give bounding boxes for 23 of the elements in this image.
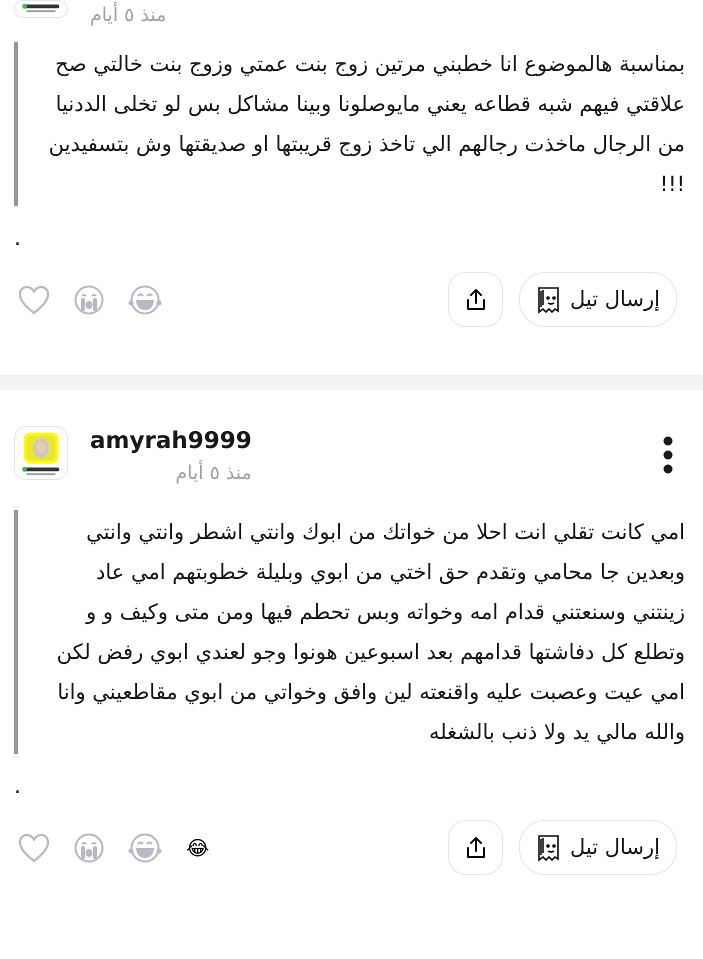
share-button[interactable]	[448, 820, 503, 875]
post-text: .	[14, 225, 22, 253]
ghost-icon	[536, 832, 562, 862]
send-button[interactable]: إرسال تيل	[519, 820, 677, 875]
crying-face-icon[interactable]	[74, 832, 104, 862]
heart-icon[interactable]	[18, 832, 50, 862]
share-icon	[464, 288, 486, 312]
heart-icon[interactable]	[18, 284, 50, 314]
laughing-face-icon[interactable]	[128, 284, 162, 314]
send-button[interactable]: إرسال تيل	[519, 272, 677, 327]
laughing-face-icon[interactable]	[128, 832, 162, 862]
reaction-emoji: 😂	[186, 836, 210, 860]
username[interactable]: amyrah9999	[90, 426, 252, 456]
crying-face-icon[interactable]	[74, 284, 104, 314]
post-time: منذ ٥ أيام	[174, 459, 252, 486]
post-text: .	[14, 773, 22, 801]
share-button[interactable]	[448, 272, 503, 327]
share-icon	[464, 836, 486, 860]
post-time: منذ ٥ أيام	[90, 1, 166, 28]
post-text: امي كانت تقلي انت احلا من خواتك من ابوك وانتي اشطر وانتي وانتي وبعدين جا محامي وتقدم حق اختي من ابوي وبليلة خطوبتهم امي عاد زينتني وسنعتني قدام امه وخواته وبس تحطم فيها ومن متى وكيف و و وتطلع كل دفاشتها قدامهم بعد اسبوعين هونوا وجو لعندي ابوي رفض لكن امي عيت وعصبت عليه واقنعته لين وافق وخواتي من ابوي مقاطعيني وانا والله مالي يد ولا ذنب بالشغله	[56, 519, 685, 746]
ghost-icon	[536, 284, 562, 314]
more-options-icon[interactable]	[663, 436, 673, 474]
post-text: بمناسبة هالموضوع انا خطبني مرتين زوج بنت عمتي وزوج بنت خالتي صح علاقتي فيهم شبه قطاعه يعني مايوصلونا وبينا مشاكل بس لو تخلى الددنيا من الرجال ماخذت رجالهم الي تاخذ زوج قريبتها او صديقتها وش بتسفيدين !!!	[48, 51, 685, 198]
